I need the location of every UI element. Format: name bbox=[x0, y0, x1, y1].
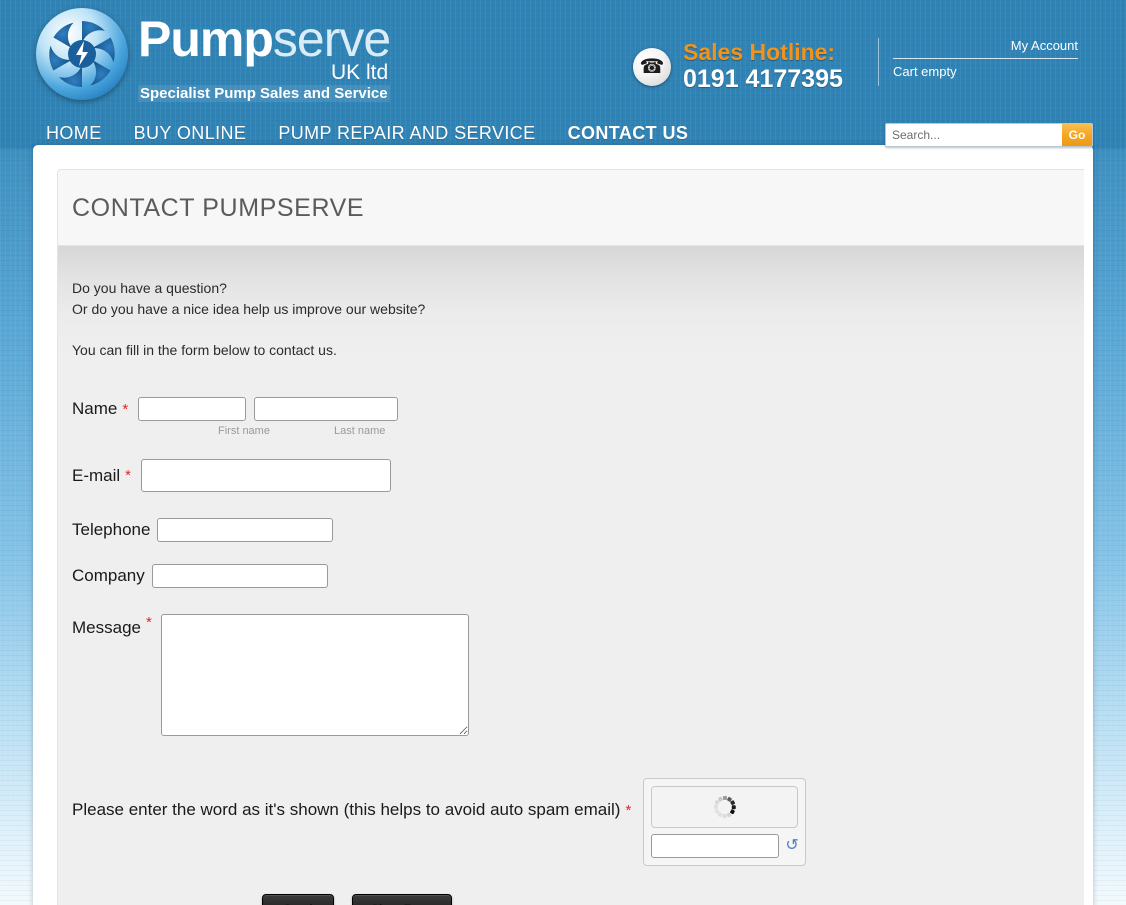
company-input[interactable] bbox=[151, 564, 328, 588]
site-logo[interactable]: Pumpserve UK ltd Specialist Pump Sales a… bbox=[32, 4, 391, 104]
logo-brand-secondary: serve bbox=[272, 11, 391, 67]
company-label: Company bbox=[72, 566, 145, 585]
name-sublabels: First name Last name bbox=[72, 425, 1084, 437]
page-title: CONTACT PUMPSERVE bbox=[58, 170, 1084, 246]
search-input[interactable] bbox=[886, 124, 1062, 146]
nav-item-buy-online[interactable]: BUY ONLINE bbox=[134, 122, 247, 144]
send-button[interactable]: Send bbox=[262, 894, 334, 905]
contact-form: Name * First name Last name E-mail * Tel… bbox=[72, 397, 1084, 905]
captcha-prompt-text: Please enter the word as it's shown (thi… bbox=[72, 800, 621, 819]
pump-impeller-icon bbox=[32, 4, 132, 104]
loading-spinner-icon bbox=[713, 796, 736, 818]
intro-line-1: Do you have a question? bbox=[72, 280, 227, 296]
name-field-row: Name * bbox=[72, 397, 1084, 421]
nav-item-contact-us[interactable]: CONTACT US bbox=[568, 122, 689, 144]
captcha-box: ↺ bbox=[643, 778, 807, 866]
captcha-input[interactable] bbox=[651, 834, 780, 858]
email-field-row: E-mail * bbox=[72, 459, 1084, 492]
my-account-link[interactable]: My Account bbox=[893, 38, 1078, 59]
primary-navigation: HOME BUY ONLINE PUMP REPAIR AND SERVICE … bbox=[46, 122, 688, 144]
email-label: E-mail bbox=[72, 465, 121, 485]
telephone-icon: ☎ bbox=[633, 47, 671, 86]
message-label: Message bbox=[72, 618, 141, 637]
message-field-row: Message * bbox=[72, 614, 1084, 736]
telephone-label: Telephone bbox=[72, 520, 151, 539]
logo-brand-primary: Pump bbox=[138, 11, 274, 67]
name-label: Name bbox=[72, 399, 118, 418]
form-actions: Send Clear Form bbox=[72, 894, 1084, 905]
hotline-number: 0191 4177395 bbox=[683, 65, 843, 93]
logo-tagline: Specialist Pump Sales and Service bbox=[138, 85, 390, 102]
logo-wordmark: Pumpserve UK ltd Specialist Pump Sales a… bbox=[138, 4, 391, 103]
content-body: Do you have a question? Or do you have a… bbox=[58, 246, 1084, 905]
telephone-input[interactable] bbox=[157, 518, 334, 542]
page-root: Pumpserve UK ltd Specialist Pump Sales a… bbox=[0, 0, 1126, 905]
nav-item-home[interactable]: HOME bbox=[46, 122, 102, 144]
first-name-input[interactable] bbox=[138, 397, 247, 421]
cart-status[interactable]: Cart empty bbox=[893, 59, 1078, 80]
first-name-sublabel: First name bbox=[218, 425, 270, 437]
telephone-field-row: Telephone bbox=[72, 518, 1084, 542]
company-field-row: Company bbox=[72, 564, 1084, 588]
message-required-marker: * bbox=[145, 614, 152, 631]
message-textarea[interactable] bbox=[160, 614, 469, 736]
hotline-label: Sales Hotline: bbox=[683, 39, 836, 65]
content-container: CONTACT PUMPSERVE Do you have a question… bbox=[33, 145, 1093, 905]
name-required-marker: * bbox=[122, 400, 129, 418]
refresh-icon[interactable]: ↺ bbox=[785, 838, 798, 854]
intro-line-2: Or do you have a nice idea help us impro… bbox=[72, 301, 426, 317]
intro-line-3: You can fill in the form below to contac… bbox=[72, 342, 337, 358]
site-header: Pumpserve UK ltd Specialist Pump Sales a… bbox=[0, 0, 1126, 118]
email-required-marker: * bbox=[125, 467, 132, 484]
captcha-row: Please enter the word as it's shown (thi… bbox=[72, 778, 1084, 866]
email-input[interactable] bbox=[141, 459, 392, 492]
clear-form-button[interactable]: Clear Form bbox=[352, 894, 452, 905]
search-box: Go bbox=[885, 123, 1093, 147]
search-go-button[interactable]: Go bbox=[1062, 124, 1092, 146]
content-panel: CONTACT PUMPSERVE Do you have a question… bbox=[57, 169, 1084, 905]
captcha-required-marker: * bbox=[625, 802, 632, 819]
account-block: My Account Cart empty bbox=[878, 38, 1078, 86]
last-name-input[interactable] bbox=[254, 397, 399, 421]
sales-hotline: ☎ Sales Hotline: 0191 4177395 bbox=[633, 40, 843, 93]
captcha-image bbox=[651, 786, 799, 828]
captcha-prompt: Please enter the word as it's shown (thi… bbox=[72, 778, 631, 820]
last-name-sublabel: Last name bbox=[334, 425, 386, 437]
nav-item-pump-repair-and-service[interactable]: PUMP REPAIR AND SERVICE bbox=[278, 122, 535, 144]
